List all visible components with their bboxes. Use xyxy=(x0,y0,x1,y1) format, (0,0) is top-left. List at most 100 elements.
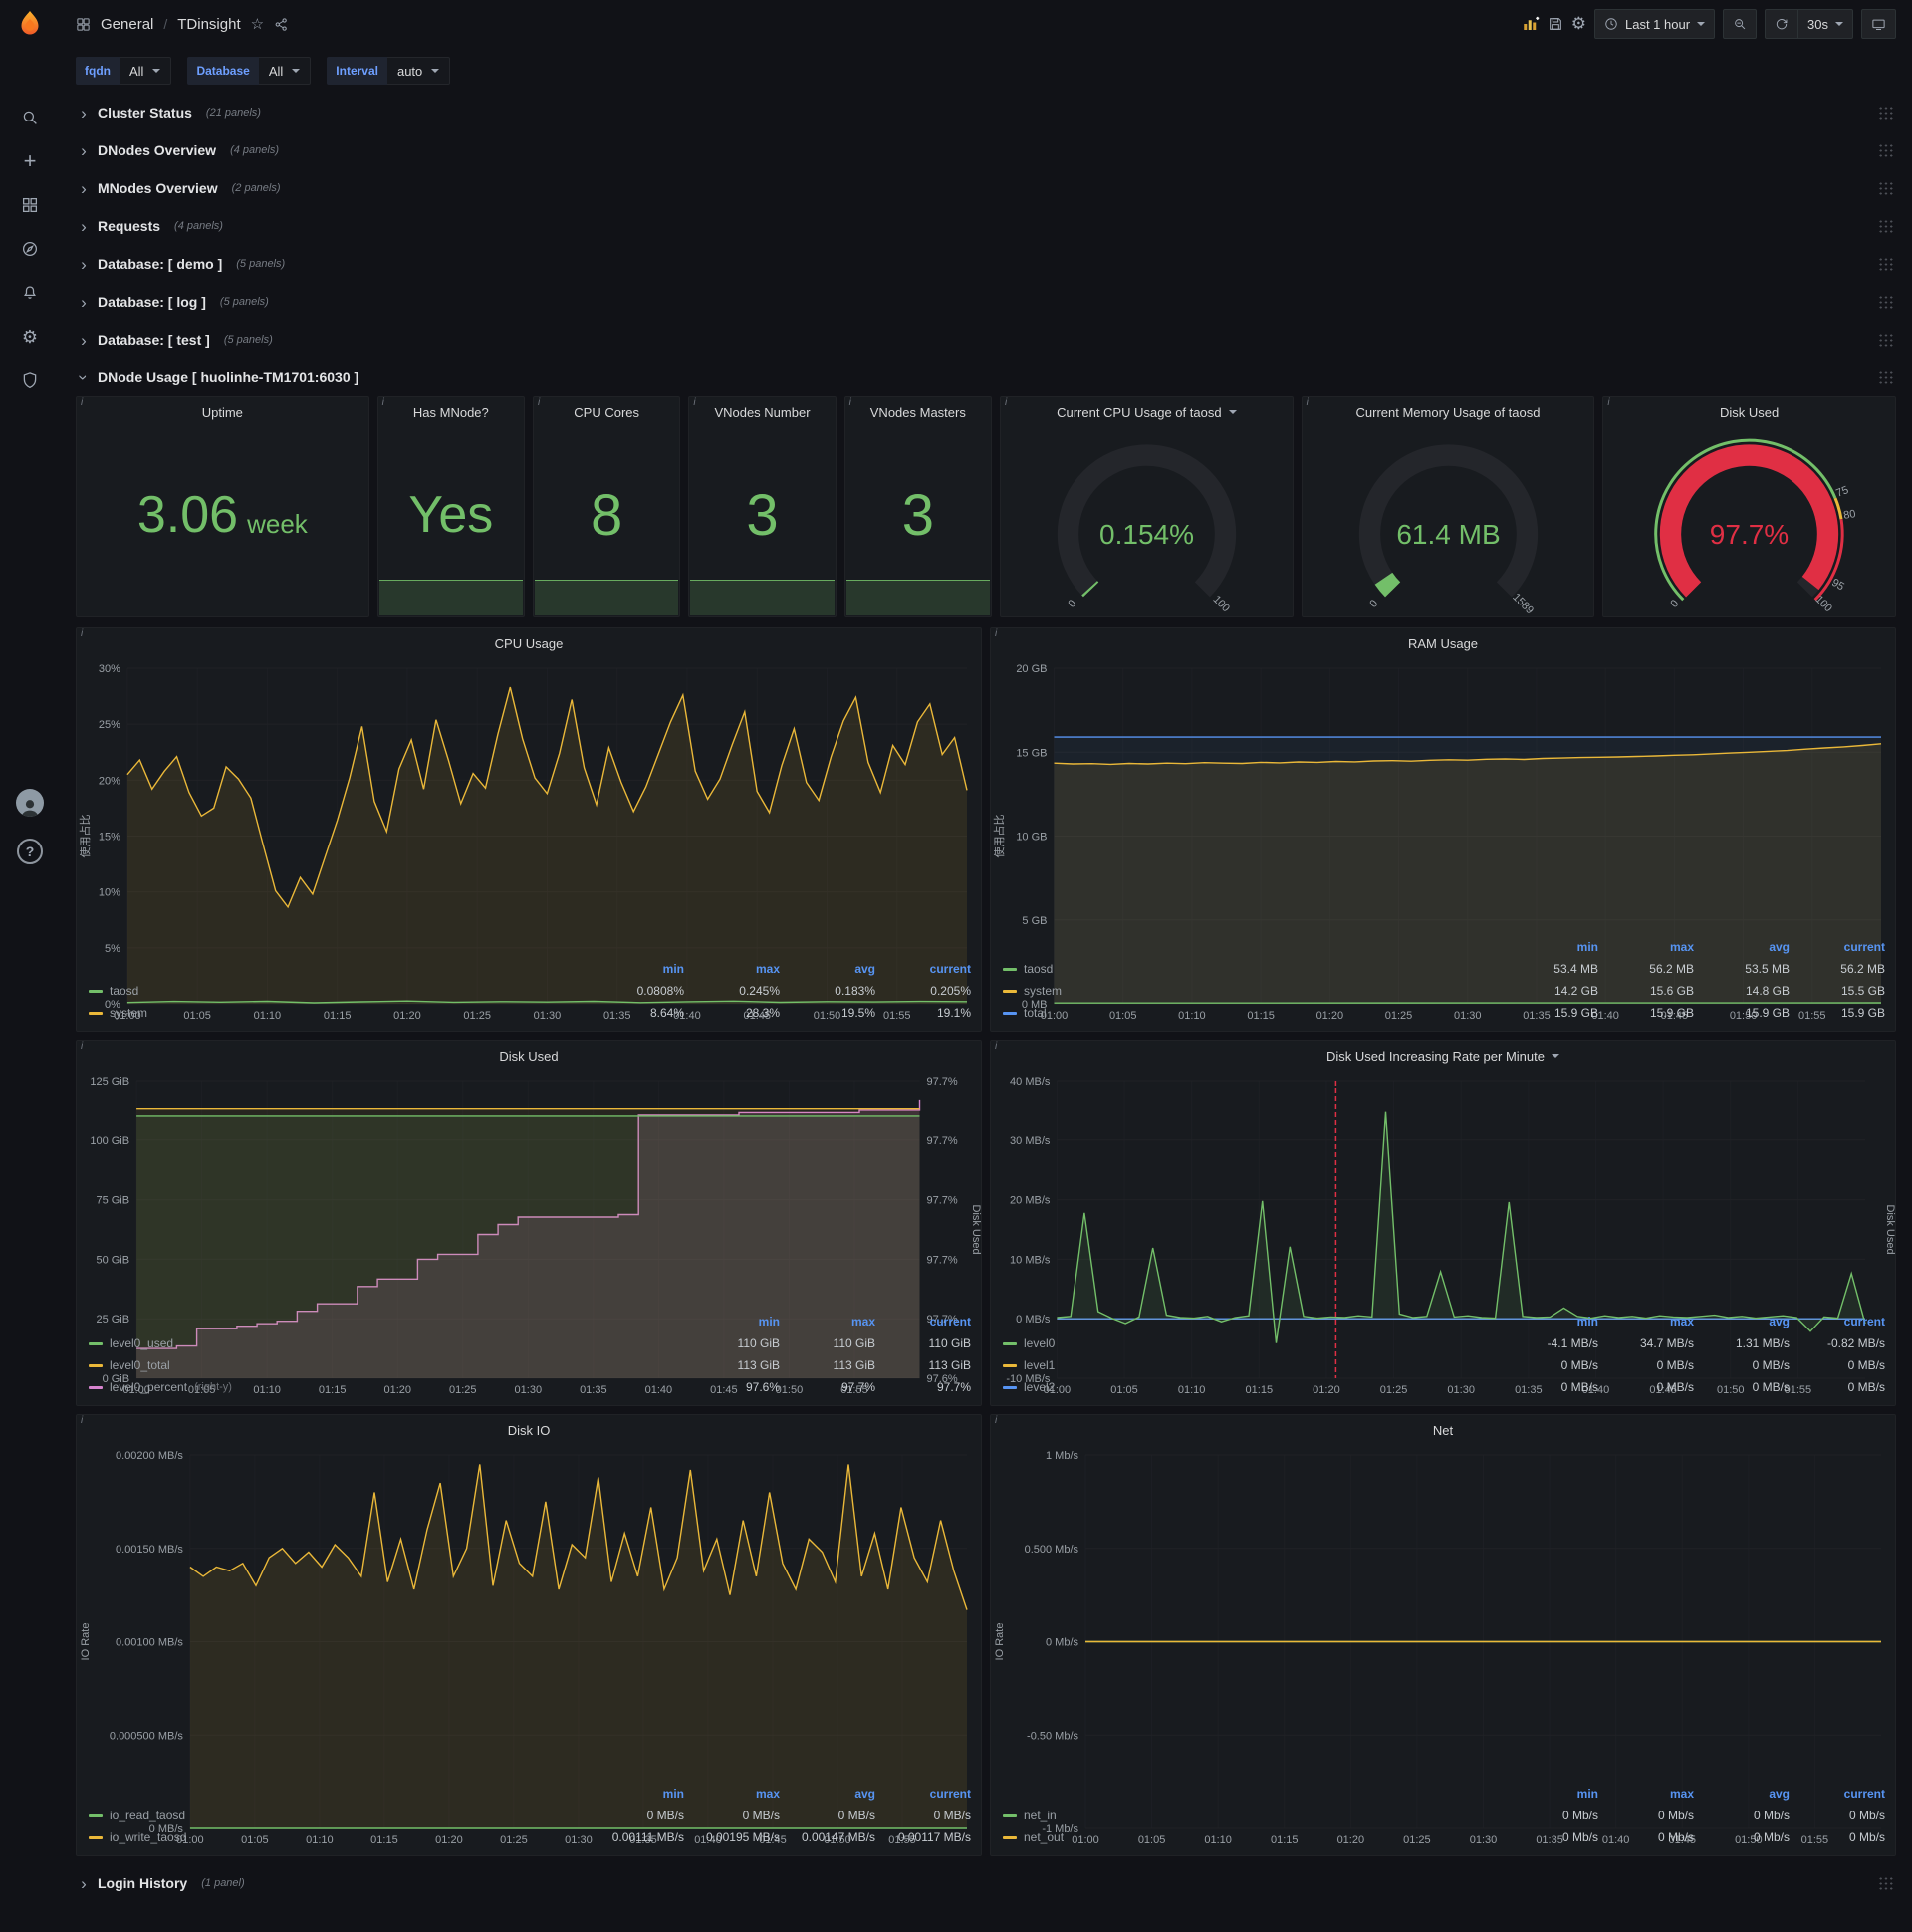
row-drag-handle[interactable] xyxy=(1878,219,1894,234)
panel-title[interactable]: CPU Cores xyxy=(534,397,679,427)
user-avatar[interactable] xyxy=(16,789,44,817)
legend-series-level0_percent[interactable]: level0_percent (right-y) xyxy=(89,1376,684,1398)
legend-series-io_write_taosd[interactable]: io_write_taosd xyxy=(89,1826,589,1848)
panel-info-icon[interactable]: i xyxy=(81,397,83,408)
panel-title[interactable]: Uptime xyxy=(77,397,368,427)
legend-series-io_read_taosd[interactable]: io_read_taosd xyxy=(89,1805,589,1826)
row-drag-handle[interactable] xyxy=(1878,106,1894,121)
add-panel-icon[interactable] xyxy=(1522,15,1540,33)
row-drag-handle[interactable] xyxy=(1878,333,1894,348)
plus-icon[interactable]: + xyxy=(20,148,40,173)
panel-title[interactable]: RAM Usage xyxy=(991,628,1895,658)
panel-info-icon[interactable]: i xyxy=(1005,397,1007,408)
panel-info-icon[interactable]: i xyxy=(382,397,384,408)
legend-series-level1[interactable]: level1 xyxy=(1003,1354,1503,1376)
row-drag-handle[interactable] xyxy=(1878,1876,1894,1891)
legend-series-system[interactable]: system xyxy=(89,1002,589,1024)
legend-col-avg: avg xyxy=(1769,940,1790,954)
panel-info-icon[interactable]: i xyxy=(995,1415,997,1426)
row-drag-handle[interactable] xyxy=(1878,143,1894,158)
legend-series-level0_total[interactable]: level0_total xyxy=(89,1354,684,1376)
star-icon[interactable]: ☆ xyxy=(251,15,264,33)
kiosk-tv-button[interactable] xyxy=(1861,9,1896,39)
panel-title[interactable]: Disk Used xyxy=(1603,397,1895,427)
legend-value: 0.245% xyxy=(739,984,780,998)
row-dnode-usage[interactable]: › DNode Usage [ huolinhe-TM1701:6030 ] xyxy=(75,359,1896,396)
legend-series-taosd[interactable]: taosd xyxy=(89,980,589,1002)
grafana-logo[interactable] xyxy=(0,0,60,48)
row-login-history[interactable]: › Login History (1 panel) xyxy=(76,1864,1896,1902)
row-database-log[interactable]: › Database: [ log ] (5 panels) xyxy=(76,283,1896,321)
legend-series-level2[interactable]: level2 xyxy=(1003,1376,1503,1398)
row-requests[interactable]: › Requests (4 panels) xyxy=(76,207,1896,245)
breadcrumb-dashboard[interactable]: TDinsight xyxy=(177,16,240,33)
legend-value: 0 Mb/s xyxy=(1657,1830,1694,1844)
has-mnode-value: Yes xyxy=(408,486,494,544)
panel-info-icon[interactable]: i xyxy=(1607,397,1609,408)
dashboard-settings-icon[interactable]: ⚙ xyxy=(1571,14,1586,34)
panel-info-icon[interactable]: i xyxy=(81,1415,83,1426)
alerting-bell-icon[interactable] xyxy=(20,283,40,303)
legend-series-level0[interactable]: level0 xyxy=(1003,1332,1503,1354)
row-drag-handle[interactable] xyxy=(1878,295,1894,310)
row-database-demo[interactable]: › Database: [ demo ] (5 panels) xyxy=(76,245,1896,283)
explore-compass-icon[interactable] xyxy=(20,239,40,259)
panel-title[interactable]: VNodes Masters xyxy=(845,397,991,427)
legend-series-system[interactable]: system xyxy=(1003,980,1503,1002)
legend-series-total[interactable]: total xyxy=(1003,1002,1503,1024)
panel-info-icon[interactable]: i xyxy=(693,397,695,408)
panel-info-icon[interactable]: i xyxy=(81,1041,83,1052)
legend-swatch xyxy=(1003,1385,1017,1389)
panel-info-icon[interactable]: i xyxy=(995,1041,997,1052)
panel-title[interactable]: Disk Used Increasing Rate per Minute xyxy=(991,1041,1895,1071)
panel-info-icon[interactable]: i xyxy=(995,628,997,639)
panel-title[interactable]: VNodes Number xyxy=(689,397,835,427)
panel-info-icon[interactable]: i xyxy=(1307,397,1309,408)
legend-swatch xyxy=(1003,967,1017,971)
variable-value-dropdown[interactable]: All xyxy=(120,57,172,85)
row-cluster-status[interactable]: › Cluster Status (21 panels) xyxy=(76,94,1896,131)
search-icon[interactable] xyxy=(20,108,40,127)
legend-col-current: current xyxy=(1843,1315,1885,1328)
configuration-gear-icon[interactable]: ⚙ xyxy=(20,327,40,347)
variable-value-dropdown[interactable]: auto xyxy=(386,57,451,85)
legend-series-level0_used[interactable]: level0_used xyxy=(89,1332,684,1354)
panel-title[interactable]: Current Memory Usage of taosd xyxy=(1303,397,1594,427)
zoom-out-button[interactable] xyxy=(1723,9,1758,39)
row-drag-handle[interactable] xyxy=(1878,257,1894,272)
panel-title[interactable]: Has MNode? xyxy=(378,397,524,427)
row-mnodes-overview[interactable]: › MNodes Overview (2 panels) xyxy=(76,169,1896,207)
time-range-picker[interactable]: Last 1 hour xyxy=(1593,9,1716,39)
legend-series-net_out[interactable]: net_out xyxy=(1003,1826,1503,1848)
panel-info-icon[interactable]: i xyxy=(538,397,540,408)
apps-grid-icon[interactable] xyxy=(76,17,91,32)
panel-title[interactable]: CPU Usage xyxy=(77,628,981,658)
legend-value: 0 Mb/s xyxy=(1848,1809,1885,1822)
admin-shield-icon[interactable] xyxy=(20,370,40,390)
panel-title[interactable]: Net xyxy=(991,1415,1895,1445)
legend-value: 14.2 GB xyxy=(1554,984,1598,998)
panel-info-icon[interactable]: i xyxy=(849,397,851,408)
legend-series-net_in[interactable]: net_in xyxy=(1003,1805,1503,1826)
breadcrumb-folder[interactable]: General xyxy=(101,16,153,33)
tv-icon xyxy=(1871,17,1886,32)
panel-title[interactable]: Disk IO xyxy=(77,1415,981,1445)
panel-title[interactable]: Current CPU Usage of taosd xyxy=(1001,397,1293,427)
panel-menu-chevron xyxy=(1228,410,1237,414)
variable-value-dropdown[interactable]: All xyxy=(258,57,312,85)
help-icon[interactable]: ? xyxy=(17,839,43,864)
refresh-interval-dropdown[interactable]: 30s xyxy=(1797,9,1853,39)
row-dnodes-overview[interactable]: › DNodes Overview (4 panels) xyxy=(76,131,1896,169)
save-dashboard-icon[interactable] xyxy=(1548,16,1563,32)
panel-info-icon[interactable]: i xyxy=(81,628,83,639)
share-icon[interactable] xyxy=(274,17,289,32)
row-drag-handle[interactable] xyxy=(1878,370,1894,385)
svg-text:100: 100 xyxy=(1813,594,1834,614)
panel-title[interactable]: Disk Used xyxy=(77,1041,981,1071)
dashboards-icon[interactable] xyxy=(20,195,40,215)
refresh-button[interactable] xyxy=(1765,9,1798,39)
legend-value: 0 MB/s xyxy=(1847,1358,1885,1372)
row-drag-handle[interactable] xyxy=(1878,181,1894,196)
row-database-test[interactable]: › Database: [ test ] (5 panels) xyxy=(76,321,1896,359)
legend-series-taosd[interactable]: taosd xyxy=(1003,958,1503,980)
